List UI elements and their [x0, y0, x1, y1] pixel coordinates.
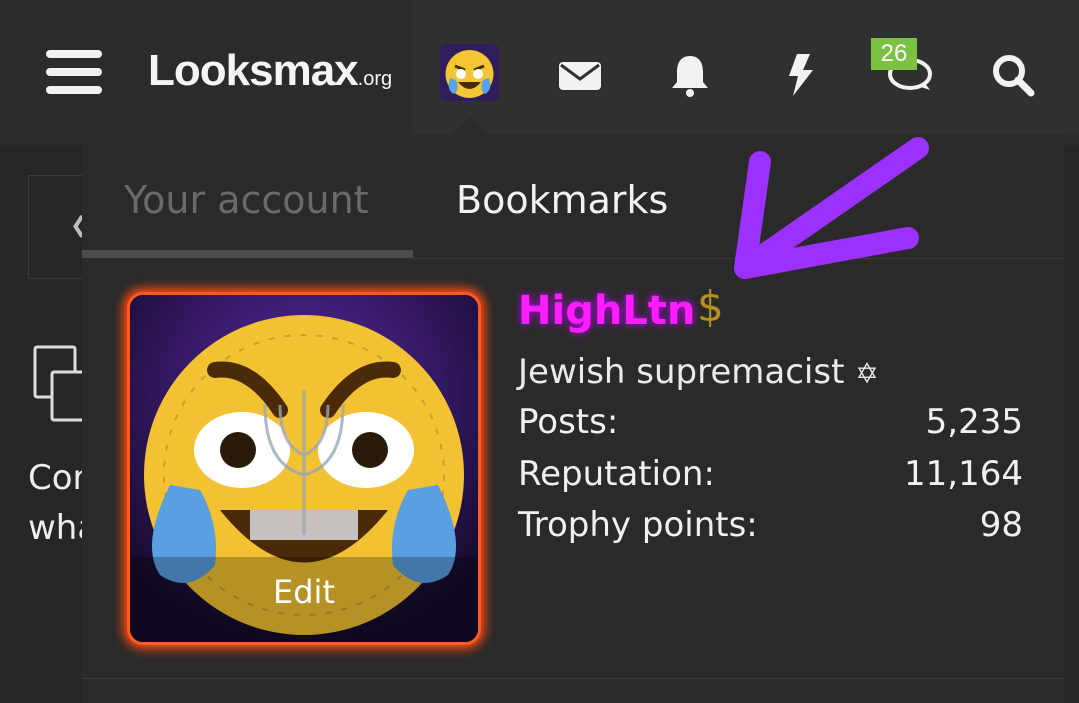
dropdown-caret: [452, 117, 488, 135]
user-title-text: Jewish supremacist: [518, 352, 845, 392]
edit-avatar-link[interactable]: Edit: [130, 573, 478, 611]
active-tab-indicator: [82, 250, 413, 258]
profile-avatar[interactable]: Edit: [127, 292, 481, 645]
site-logo[interactable]: Looksmax.org: [148, 46, 392, 96]
star-of-david-icon: ✡: [855, 357, 879, 390]
tab-your-account[interactable]: Your account: [124, 178, 369, 222]
stat-value-trophy-points[interactable]: 98: [980, 505, 1023, 545]
logo-suffix: .org: [357, 68, 393, 90]
dollar-badge-icon: $: [697, 282, 724, 331]
stat-label-reputation[interactable]: Reputation:: [518, 454, 715, 494]
bell-icon[interactable]: [667, 52, 713, 98]
tab-divider: [413, 258, 1064, 259]
background-text-line-1: Cor: [28, 458, 87, 498]
stat-value-posts[interactable]: 5,235: [926, 402, 1023, 442]
lightning-icon[interactable]: [777, 52, 823, 98]
username-link[interactable]: HighLtn: [518, 288, 695, 334]
header-actions-area: [412, 0, 1079, 135]
conversations-badge: 26: [871, 38, 917, 70]
user-title: Jewish supremacist ✡: [518, 352, 879, 392]
stat-label-posts[interactable]: Posts:: [518, 402, 618, 442]
panel-divider-bottom: [82, 678, 1064, 679]
logo-text: Looksmax: [148, 46, 359, 95]
stat-label-trophy-points[interactable]: Trophy points:: [518, 505, 758, 545]
menu-icon[interactable]: [46, 50, 102, 96]
stat-value-reputation[interactable]: 11,164: [904, 454, 1023, 494]
user-avatar-small[interactable]: [440, 44, 499, 101]
tab-bookmarks[interactable]: Bookmarks: [456, 178, 668, 222]
conversation-icon: [33, 345, 86, 422]
envelope-icon[interactable]: [557, 52, 603, 98]
search-icon[interactable]: [990, 52, 1036, 98]
